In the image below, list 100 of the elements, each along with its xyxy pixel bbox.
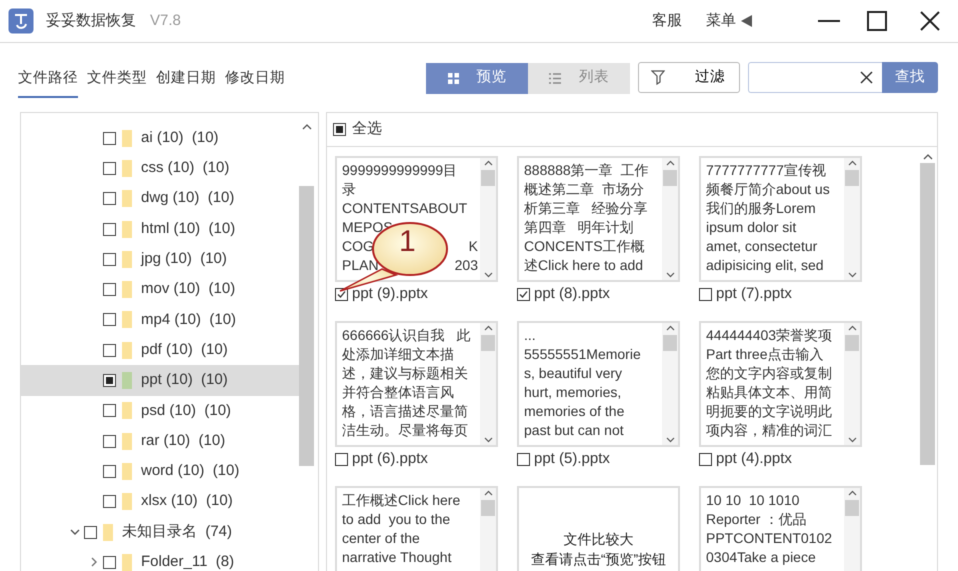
item-label: psd (10) (10): [141, 400, 232, 421]
checkbox[interactable]: [517, 288, 530, 300]
item-label: 未知目录名 (74): [122, 522, 232, 542]
checkbox[interactable]: [699, 288, 712, 300]
scrollbar-thumb[interactable]: [481, 500, 495, 516]
folder-icon: [122, 190, 132, 208]
checkbox[interactable]: [103, 283, 116, 296]
checkbox[interactable]: [103, 222, 116, 236]
checkbox[interactable]: [335, 452, 348, 466]
tree-item[interactable]: word (10) (10): [21, 456, 299, 487]
tree-item[interactable]: xlsx (10) (10): [21, 486, 299, 517]
tree-item[interactable]: html (10) (10): [21, 214, 299, 244]
preview-text: to add you to the: [342, 510, 450, 529]
folder-icon: [122, 220, 132, 238]
checkbox[interactable]: [103, 162, 116, 175]
preview-text: PLAN: [342, 256, 379, 275]
checkbox[interactable]: [84, 526, 97, 538]
checkbox[interactable]: [333, 123, 346, 136]
preview-text: CONTENTSABOUT: [342, 199, 468, 218]
checkbox[interactable]: [103, 495, 116, 508]
preview-text: Part three点击输入: [706, 345, 824, 364]
preview-text: 概述第二章 市场分: [524, 180, 644, 199]
scrollbar-thumb[interactable]: [663, 335, 677, 351]
checkbox[interactable]: [103, 313, 116, 326]
tab[interactable]: 创建日期: [156, 62, 216, 98]
folder-icon: [122, 342, 132, 359]
item-label: ai (10) (10): [141, 128, 219, 148]
preview-text: 录: [342, 180, 356, 199]
preview-text: CONCENTS工作概: [524, 237, 645, 256]
preview-text: 格，语言描述尽量简: [342, 402, 468, 421]
filter-icon: [651, 70, 665, 85]
item-label: Folder_11 (8): [141, 552, 234, 571]
collapse-chevron-icon[interactable]: [70, 528, 80, 536]
tree-item[interactable]: 未知目录名 (74): [21, 516, 299, 548]
folder-icon: [122, 130, 132, 147]
preview-text: 7777777777宣传视: [706, 161, 826, 180]
preview-text: narrative Thought: [342, 548, 452, 567]
preview-text: memories of the: [524, 402, 624, 421]
notice-text: 查看请点击“预览”按钮: [530, 550, 666, 569]
folder-icon: [122, 281, 132, 298]
file-name: ppt (4).pptx: [716, 448, 792, 469]
item-label: mp4 (10) (10): [141, 310, 236, 330]
tree-item[interactable]: psd (10) (10): [21, 396, 299, 426]
folder-icon: [122, 432, 132, 450]
folder-icon: [122, 462, 132, 480]
preview-text: 粘贴具体文本、用简: [706, 383, 832, 402]
checkbox[interactable]: [335, 288, 348, 300]
checkbox[interactable]: [103, 132, 116, 145]
checkbox[interactable]: [103, 252, 116, 266]
list-icon: [549, 72, 561, 84]
checkbox[interactable]: [103, 192, 116, 206]
tree-item[interactable]: pdf (10) (10): [21, 335, 299, 366]
scrollbar-thumb[interactable]: [481, 335, 495, 351]
menu-link[interactable]: 菜单: [706, 10, 736, 32]
preview-text: 203: [454, 256, 478, 275]
menu-arrow-icon[interactable]: [740, 14, 753, 28]
preview-text: 并符合整体语言风: [342, 383, 454, 402]
file-name: ppt (5).pptx: [534, 448, 610, 469]
preview-text: 您的文字内容或复制: [706, 364, 832, 383]
clear-icon[interactable]: [860, 71, 873, 84]
preview-text: 0304Take a piece: [706, 548, 816, 567]
preview-text: Reporter ：优品: [706, 510, 806, 529]
item-label: mov (10) (10): [141, 279, 236, 300]
tab[interactable]: 修改日期: [225, 62, 285, 98]
tree-item[interactable]: jpg (10) (10): [21, 244, 299, 274]
tree-item[interactable]: mp4 (10) (10): [21, 304, 299, 336]
scrollbar-thumb[interactable]: [845, 500, 859, 516]
checkbox[interactable]: [103, 344, 116, 357]
tree-item[interactable]: Folder_11 (8): [21, 547, 299, 571]
preview-text: 明扼要的文字说明此: [706, 402, 832, 421]
preview-view-button[interactable]: 预览: [426, 62, 528, 94]
tree-item[interactable]: ppt (10) (10): [21, 365, 299, 396]
search-field[interactable]: [748, 62, 882, 93]
item-label: xlsx (10) (10): [141, 491, 233, 512]
checkbox[interactable]: [517, 452, 530, 466]
checkbox[interactable]: [103, 464, 116, 478]
tree-item[interactable]: rar (10) (10): [21, 426, 299, 456]
checkbox[interactable]: [103, 374, 116, 388]
support-link[interactable]: 客服: [652, 10, 682, 32]
scrollbar-thumb[interactable]: [481, 170, 495, 186]
scrollbar-thumb[interactable]: [845, 335, 859, 351]
checkbox[interactable]: [699, 452, 712, 466]
scrollbar-thumb[interactable]: [845, 170, 859, 186]
tree-item[interactable]: ai (10) (10): [21, 123, 299, 154]
expand-chevron-icon[interactable]: [90, 557, 98, 568]
tab[interactable]: 文件类型: [87, 62, 147, 98]
checkbox[interactable]: [103, 404, 116, 418]
preview-text: 工作概述Click here: [342, 491, 460, 510]
scrollbar-thumb[interactable]: [663, 170, 677, 186]
checkbox[interactable]: [103, 434, 116, 448]
checkbox[interactable]: [103, 556, 116, 569]
search-button[interactable]: 查找: [882, 62, 938, 93]
tree-item[interactable]: dwg (10) (10): [21, 184, 299, 214]
scrollbar-thumb[interactable]: [299, 186, 314, 466]
tab[interactable]: 文件路径: [18, 62, 78, 98]
scrollbar-thumb[interactable]: [920, 163, 935, 465]
tree-item[interactable]: css (10) (10): [21, 153, 299, 184]
filter-button[interactable]: 过滤: [638, 62, 740, 93]
tree-item[interactable]: mov (10) (10): [21, 274, 299, 305]
preview-text: 888888第一章 工作: [524, 161, 648, 180]
